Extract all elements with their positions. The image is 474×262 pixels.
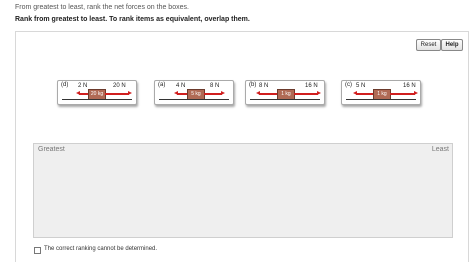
cannot-determine-label: The correct ranking cannot be determined… bbox=[44, 246, 158, 252]
left-force-label: 4 N bbox=[176, 83, 186, 89]
greatest-label: Greatest bbox=[38, 146, 65, 153]
right-force-label: 16 N bbox=[403, 83, 416, 89]
left-force-label: 2 N bbox=[78, 83, 88, 89]
draggable-item-a[interactable]: (a) 4 N 8 N 5 kg bbox=[154, 80, 234, 105]
least-label: Least bbox=[431, 146, 449, 153]
left-force-label: 8 N bbox=[259, 83, 269, 89]
left-force-arrow bbox=[353, 91, 373, 95]
draggable-item-c[interactable]: (c) 5 N 16 N 1 kg bbox=[341, 80, 421, 105]
ranking-instruction: Rank from greatest to least. To rank ite… bbox=[15, 16, 250, 23]
right-force-label: 20 N bbox=[113, 83, 126, 89]
right-force-arrow bbox=[204, 91, 225, 95]
left-force-arrow bbox=[174, 91, 187, 95]
ground-line bbox=[346, 99, 416, 100]
cannot-determine-checkbox[interactable] bbox=[34, 247, 41, 254]
item-label: (d) bbox=[61, 82, 69, 88]
right-force-label: 16 N bbox=[305, 83, 318, 89]
ranking-drop-zone[interactable]: Greatest Least bbox=[33, 143, 453, 238]
ground-line bbox=[159, 99, 229, 100]
right-force-label: 8 N bbox=[210, 83, 220, 89]
left-force-label: 5 N bbox=[356, 83, 366, 89]
right-force-arrow bbox=[294, 91, 321, 95]
reset-button[interactable]: Reset bbox=[416, 39, 441, 51]
ground-line bbox=[250, 99, 320, 100]
draggable-item-b[interactable]: (b) 8 N 16 N 1 kg bbox=[245, 80, 325, 105]
item-label: (b) bbox=[249, 82, 257, 88]
instruction-text: From greatest to least, rank the net for… bbox=[15, 4, 189, 11]
right-force-arrow bbox=[105, 91, 132, 95]
draggable-item-d[interactable]: (d) 2 N 20 N 20 kg bbox=[57, 80, 137, 105]
left-force-arrow bbox=[76, 91, 88, 95]
left-force-arrow bbox=[256, 91, 277, 95]
right-force-arrow bbox=[390, 91, 418, 95]
item-label: (a) bbox=[158, 82, 166, 88]
ground-line bbox=[62, 99, 132, 100]
help-button[interactable]: Help bbox=[441, 39, 463, 51]
item-label: (c) bbox=[345, 82, 352, 88]
